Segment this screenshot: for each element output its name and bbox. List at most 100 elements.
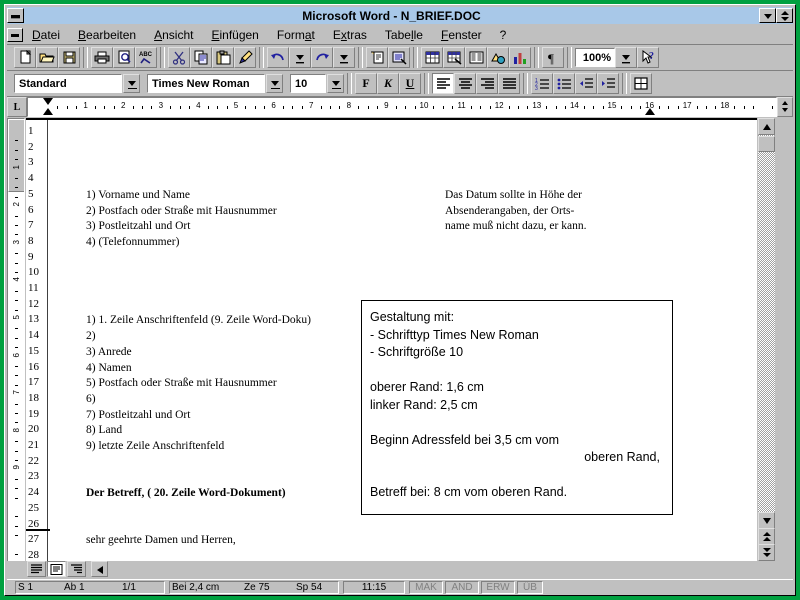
ruler-minor-tick bbox=[442, 106, 444, 109]
align-left-icon[interactable] bbox=[432, 73, 454, 94]
document-line: 4) (Telefonnummer) bbox=[86, 235, 180, 248]
vertical-ruler-margin-zone bbox=[8, 119, 24, 192]
document-page[interactable]: 1 2 3 4 5 6 7 8 9 10 11 12 13 14 15 16 17 18 19 20 21 22 23 24 2… bbox=[26, 118, 757, 561]
undo-dropdown-icon[interactable] bbox=[289, 47, 311, 68]
horizontal-ruler[interactable]: 1 2 3 4 5 6 7 8 9 10 11 12 13 14 15 16 17 18 bbox=[27, 97, 777, 117]
font-size-dropdown-icon[interactable] bbox=[327, 74, 344, 93]
first-line-indent-marker[interactable] bbox=[43, 108, 53, 115]
vertical-scroll-thumb[interactable] bbox=[758, 136, 775, 152]
status-bar: S 1 Ab 1 1/1 Bei 2,4 cm Ze 75 Sp 54 11:1… bbox=[7, 579, 793, 594]
menu-ansicht[interactable]: Ansicht bbox=[145, 27, 202, 43]
chart-icon[interactable] bbox=[509, 47, 531, 68]
columns-icon[interactable] bbox=[465, 47, 487, 68]
document-control-menu-box[interactable] bbox=[7, 28, 23, 42]
redo-dropdown-icon[interactable] bbox=[333, 47, 355, 68]
font-dropdown-icon[interactable] bbox=[266, 74, 283, 93]
insert-excel-table-icon[interactable] bbox=[443, 47, 465, 68]
menu-fenster[interactable]: Fenster bbox=[432, 27, 491, 43]
zoom-dropdown-icon[interactable] bbox=[615, 47, 637, 68]
status-indicator-ueb[interactable]: ÜB bbox=[517, 580, 543, 594]
insert-table-icon[interactable] bbox=[421, 47, 443, 68]
ruler-minor-tick bbox=[414, 106, 416, 109]
minimize-button[interactable] bbox=[759, 8, 776, 23]
menu-extras[interactable]: Extras bbox=[324, 27, 376, 43]
previous-page-button[interactable] bbox=[758, 528, 775, 545]
horizontal-scroll-track[interactable] bbox=[108, 561, 793, 578]
numbered-list-icon[interactable]: 123 bbox=[531, 73, 553, 94]
menu-help[interactable]: ? bbox=[491, 27, 516, 43]
scroll-up-button[interactable] bbox=[758, 118, 775, 135]
ruler-minor-tick bbox=[330, 106, 331, 109]
copy-icon[interactable] bbox=[190, 47, 212, 68]
ruler-minor-tick bbox=[207, 106, 209, 109]
style-dropdown-icon[interactable] bbox=[123, 74, 140, 93]
status-indicator-erw[interactable]: ERW bbox=[481, 580, 515, 594]
application-control-menu-box[interactable] bbox=[7, 8, 24, 23]
status-indicator-mak[interactable]: MAK bbox=[409, 580, 443, 594]
status-group-position: Bei 2,4 cm Ze 75 Sp 54 bbox=[169, 580, 339, 594]
autoformat-icon[interactable] bbox=[388, 47, 410, 68]
ruler-spin-button[interactable] bbox=[777, 97, 793, 117]
redo-arrow-icon[interactable] bbox=[311, 47, 333, 68]
scroll-left-button[interactable] bbox=[91, 561, 108, 577]
maximize-restore-button[interactable] bbox=[776, 8, 793, 23]
print-icon[interactable] bbox=[91, 47, 113, 68]
increase-indent-icon[interactable] bbox=[597, 73, 619, 94]
vruler-number: 7 bbox=[12, 390, 21, 395]
page-layout-view-button[interactable] bbox=[47, 561, 66, 577]
drawing-icon[interactable] bbox=[487, 47, 509, 68]
help-arrow-icon[interactable]: ? bbox=[637, 47, 659, 68]
bulleted-list-icon[interactable] bbox=[553, 73, 575, 94]
menu-bearbeiten[interactable]: Bearbeiten bbox=[69, 27, 145, 43]
save-disk-icon[interactable] bbox=[58, 47, 80, 68]
align-center-icon[interactable] bbox=[454, 73, 476, 94]
menu-tabelle[interactable]: Tabelle bbox=[376, 27, 432, 43]
align-right-icon[interactable] bbox=[476, 73, 498, 94]
show-paragraph-marks-icon[interactable]: ¶ bbox=[542, 47, 564, 68]
normal-view-button[interactable] bbox=[27, 561, 46, 577]
vruler-minor-tick bbox=[15, 337, 18, 339]
line-number: 1 bbox=[28, 125, 34, 137]
style-combo[interactable]: Standard bbox=[14, 74, 122, 93]
cut-scissors-icon[interactable] bbox=[168, 47, 190, 68]
menu-format[interactable]: Format bbox=[268, 27, 324, 43]
document-text-layer[interactable]: Gestaltung mit: - Schrifttyp Times New Ro… bbox=[26, 120, 757, 561]
status-indicator-and[interactable]: AND bbox=[445, 580, 479, 594]
vruler-minor-tick bbox=[15, 441, 18, 443]
vruler-number: 9 bbox=[12, 465, 21, 470]
document-note-line: name muß nicht dazu, er kann. bbox=[445, 220, 587, 233]
tab-selector-button[interactable]: L bbox=[7, 97, 27, 117]
borders-icon[interactable] bbox=[630, 73, 652, 94]
left-indent-marker[interactable] bbox=[43, 98, 53, 105]
vertical-ruler[interactable]: 1 2 3 4 5 6 7 8 9 bbox=[7, 118, 25, 561]
ruler-minor-tick bbox=[254, 106, 256, 109]
open-folder-icon[interactable] bbox=[36, 47, 58, 68]
new-document-icon[interactable] bbox=[14, 47, 36, 68]
bold-button[interactable]: F bbox=[355, 73, 377, 94]
spellcheck-abc-icon[interactable]: ABC bbox=[135, 47, 157, 68]
scroll-down-button[interactable] bbox=[758, 512, 775, 529]
print-preview-icon[interactable] bbox=[113, 47, 135, 68]
vertical-scrollbar[interactable] bbox=[758, 118, 775, 561]
info-box-line: oberen Rand, bbox=[584, 450, 660, 464]
align-justify-icon[interactable] bbox=[498, 73, 520, 94]
right-indent-marker[interactable] bbox=[644, 108, 655, 115]
menu-datei[interactable]: Datei bbox=[23, 27, 69, 43]
paste-clipboard-icon[interactable] bbox=[212, 47, 234, 68]
status-and-label: AND bbox=[451, 581, 473, 593]
underline-button[interactable]: U bbox=[399, 73, 421, 94]
zoom-value[interactable]: 100% bbox=[575, 48, 615, 67]
document-line: 6) bbox=[86, 392, 96, 405]
font-size-combo[interactable]: 10 bbox=[290, 74, 326, 93]
next-page-button[interactable] bbox=[758, 544, 775, 561]
vertical-scroll-track[interactable] bbox=[758, 135, 775, 512]
autotext-icon[interactable] bbox=[366, 47, 388, 68]
undo-arrow-icon[interactable] bbox=[267, 47, 289, 68]
italic-button[interactable]: K bbox=[377, 73, 399, 94]
font-combo[interactable]: Times New Roman bbox=[147, 74, 265, 93]
outline-view-button[interactable] bbox=[67, 561, 86, 577]
document-line: 4) Namen bbox=[86, 361, 132, 374]
decrease-indent-icon[interactable] bbox=[575, 73, 597, 94]
menu-einfuegen[interactable]: Einfügen bbox=[202, 27, 267, 43]
format-painter-brush-icon[interactable] bbox=[234, 47, 256, 68]
